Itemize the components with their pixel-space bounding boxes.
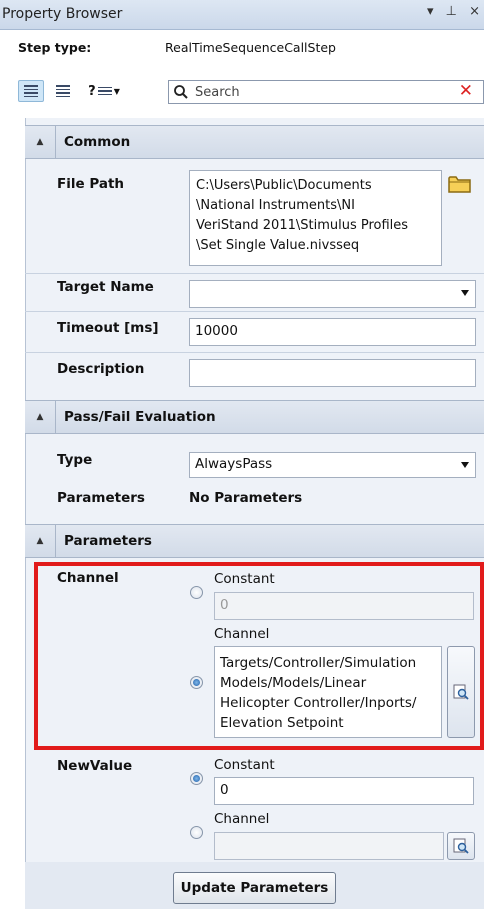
section-header-parameters[interactable]: ▲ Parameters — [25, 524, 484, 558]
help-question-icon: ? — [88, 83, 96, 99]
divider — [25, 273, 484, 274]
section-header-passfail[interactable]: ▲ Pass/Fail Evaluation — [25, 400, 484, 434]
newvalue-constant-label: Constant — [214, 757, 275, 773]
search-input[interactable] — [193, 82, 453, 102]
newvalue-channel-label: Channel — [214, 811, 270, 827]
dropdown-arrow-icon — [461, 290, 469, 296]
channel-browse-button[interactable] — [447, 646, 475, 738]
newvalue-channel-input[interactable] — [214, 832, 444, 860]
file-path-label: File Path — [57, 176, 125, 192]
type-select[interactable]: AlwaysPass — [189, 452, 476, 478]
parameters-label: Parameters — [57, 490, 145, 506]
dropdown-arrow-icon — [461, 462, 469, 468]
categorized-view-button[interactable] — [18, 80, 44, 102]
channel-path-line: Models/Models/Linear — [220, 675, 367, 691]
section-title-common: Common — [64, 134, 131, 150]
collapse-parameters-icon[interactable]: ▲ — [25, 525, 56, 557]
channel-path-line: Targets/Controller/Simulation — [220, 655, 417, 671]
channel-channel-label: Channel — [214, 626, 270, 642]
description-input[interactable] — [189, 359, 476, 387]
newvalue-label: NewValue — [57, 758, 133, 774]
file-path-line: \National Instruments\NI — [196, 198, 355, 213]
timeout-input[interactable]: 10000 — [189, 318, 476, 346]
newvalue-constant-radio[interactable] — [190, 772, 203, 785]
channel-path-line: Elevation Setpoint — [220, 715, 344, 731]
clear-search-icon[interactable]: ✕ — [459, 81, 473, 101]
browse-icon — [453, 838, 469, 854]
channel-label: Channel — [57, 570, 119, 586]
section-title-passfail: Pass/Fail Evaluation — [64, 409, 216, 425]
folder-icon[interactable] — [448, 174, 472, 194]
newvalue-channel-radio[interactable] — [190, 826, 203, 839]
collapse-common-icon[interactable]: ▲ — [25, 126, 56, 158]
newvalue-constant-input[interactable]: 0 — [214, 777, 474, 805]
channel-path-line: Helicopter Controller/Inports/ — [220, 695, 417, 711]
help-menu-button[interactable]: ? ▼ — [82, 80, 126, 102]
channel-constant-radio[interactable] — [190, 586, 203, 599]
browse-icon — [453, 684, 469, 700]
search-icon — [174, 85, 188, 99]
window-title: Property Browser — [2, 6, 123, 22]
type-label: Type — [57, 452, 93, 468]
file-path-line: VeriStand 2011\Stimulus Profiles — [196, 218, 409, 233]
section-title-parameters: Parameters — [64, 533, 152, 549]
file-path-line: \Set Single Value.nivsseq — [196, 238, 360, 253]
divider — [25, 311, 484, 312]
chevron-down-icon: ▼ — [113, 86, 120, 96]
file-path-line: C:\Users\Public\Documents — [196, 178, 372, 193]
search-box[interactable]: ✕ — [168, 80, 484, 104]
target-name-select[interactable] — [189, 280, 476, 308]
step-type-value: RealTimeSequenceCallStep — [165, 40, 336, 55]
timeout-value: 10000 — [195, 323, 238, 339]
channel-channel-radio[interactable] — [190, 676, 203, 689]
channel-constant-value: 0 — [220, 597, 229, 613]
type-value: AlwaysPass — [195, 456, 273, 472]
file-path-field[interactable]: C:\Users\Public\Documents \National Inst… — [189, 170, 442, 266]
description-label: Description — [57, 361, 145, 377]
timeout-label: Timeout [ms] — [57, 320, 159, 336]
newvalue-constant-value: 0 — [220, 782, 229, 798]
channel-constant-input[interactable]: 0 — [214, 592, 474, 620]
target-name-label: Target Name — [57, 279, 154, 295]
channel-constant-label: Constant — [214, 571, 275, 587]
alphabetical-icon — [56, 85, 70, 97]
step-type-label: Step type: — [18, 40, 92, 55]
window-controls[interactable]: ▾ ⊥ × — [427, 4, 484, 19]
collapse-passfail-icon[interactable]: ▲ — [25, 401, 56, 433]
section-header-common[interactable]: ▲ Common — [25, 125, 484, 159]
update-parameters-button[interactable]: Update Parameters — [173, 872, 336, 904]
alphabetical-view-button[interactable] — [50, 80, 76, 102]
help-lines-icon — [97, 86, 112, 96]
channel-channel-field[interactable]: Targets/Controller/Simulation Models/Mod… — [214, 646, 442, 738]
newvalue-browse-button[interactable] — [447, 832, 475, 860]
categorized-icon — [24, 85, 38, 97]
parameters-value: No Parameters — [189, 490, 303, 506]
divider — [25, 352, 484, 353]
title-bar: Property Browser ▾ ⊥ × — [0, 0, 484, 30]
